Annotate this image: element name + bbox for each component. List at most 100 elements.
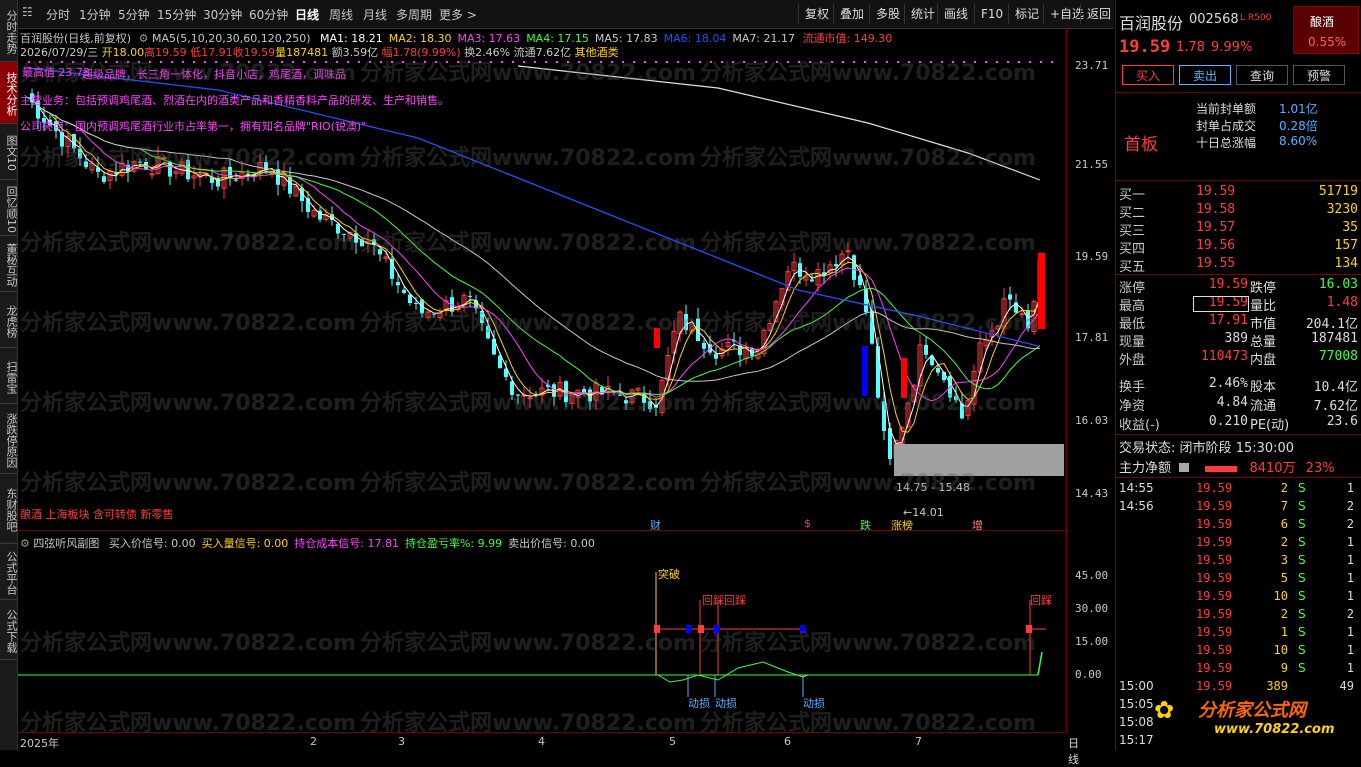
period-tab-5[interactable]: 60分钟 — [249, 6, 288, 23]
tick-price: 19.59 — [1196, 679, 1233, 693]
marker-dot — [633, 61, 635, 63]
left-tab-9[interactable]: 公式平台 — [0, 544, 18, 600]
alert-button[interactable]: 预警 — [1293, 65, 1345, 85]
period-tab-0[interactable]: 分时 — [46, 6, 70, 23]
tick-qty: 6 — [1280, 517, 1288, 531]
left-tab-2[interactable]: 图文10 — [0, 124, 18, 180]
tick-price: 19.59 — [1196, 661, 1233, 675]
signal-marker — [1026, 625, 1032, 633]
seal-value: 1.01亿 — [1279, 102, 1318, 116]
bid-qty: 157 — [1334, 238, 1358, 253]
left-tab-6[interactable]: 扫雷宝 — [0, 348, 18, 404]
toolbar-button-4[interactable]: 画线 — [937, 4, 974, 24]
pnl-line — [657, 661, 809, 683]
candlestick-svg[interactable] — [18, 28, 1066, 530]
tick-count: 1 — [1346, 625, 1354, 639]
candle-body — [684, 313, 688, 331]
bid-price: 19.55 — [1196, 256, 1236, 271]
toolbar-button-1[interactable]: 叠加 — [833, 4, 870, 24]
signal-bar — [654, 328, 660, 348]
pnl-rise — [1037, 651, 1043, 676]
candle-body — [161, 157, 167, 160]
candlestick-chart[interactable] — [18, 28, 1066, 530]
marker-dot — [556, 61, 558, 63]
marker-dot — [127, 61, 129, 63]
period-tab-3[interactable]: 15分钟 — [157, 6, 196, 23]
toolbar-button-3[interactable]: 统计 — [904, 4, 941, 24]
toolbar-button-2[interactable]: 多股 — [869, 4, 906, 24]
tick-side: S — [1298, 661, 1306, 675]
period-tab-1[interactable]: 1分钟 — [79, 6, 111, 23]
left-tab-5[interactable]: 龙虎榜 — [0, 292, 18, 348]
ma-line-blue — [27, 67, 1039, 347]
marker-dot — [875, 61, 877, 63]
query-button[interactable]: 查询 — [1236, 65, 1288, 85]
period-tab-8[interactable]: 月线 — [363, 6, 387, 23]
stat-value: 204.1亿 — [1305, 317, 1358, 332]
toolbar-button-5[interactable]: F10 — [974, 4, 1009, 24]
left-tab-8[interactable]: 东财股吧 — [0, 474, 18, 544]
tick-count: 1 — [1346, 571, 1354, 585]
period-tab-2[interactable]: 5分钟 — [118, 6, 150, 23]
bid-row[interactable]: 买五 19.55 134 — [1116, 256, 1361, 275]
left-tab-10[interactable]: 公式下载 — [0, 600, 18, 660]
marker-dot — [798, 61, 800, 63]
bid-label: 买五 — [1119, 260, 1146, 275]
tick-qty: 2 — [1280, 481, 1288, 495]
indicator-svg[interactable] — [18, 532, 1066, 732]
bid-row[interactable]: 买四 19.56 157 — [1116, 238, 1361, 257]
tick-price: 19.59 — [1196, 553, 1233, 567]
tick-side: S — [1298, 553, 1306, 567]
time-axis-label: 5 — [669, 735, 676, 748]
period-label[interactable]: 日线 — [1068, 735, 1079, 767]
stat-label: 收益(-) — [1119, 418, 1160, 433]
candle-body — [36, 100, 40, 119]
period-tab-6[interactable]: 日线 — [295, 6, 319, 23]
menu-grid-icon[interactable]: ☷ — [22, 5, 33, 19]
sell-button[interactable]: 卖出 — [1179, 65, 1231, 85]
period-tab-4[interactable]: 30分钟 — [203, 6, 242, 23]
stat-value: 389 — [1224, 331, 1248, 346]
marker-dot — [710, 61, 712, 63]
stat-value: 16.03 — [1318, 277, 1358, 292]
period-tab-10[interactable]: 更多 > — [439, 6, 477, 23]
left-tab-0[interactable]: 分时走势 — [0, 0, 18, 62]
tick-price: 19.59 — [1196, 481, 1233, 495]
marker-dot — [50, 61, 52, 63]
period-tab-9[interactable]: 多周期 — [396, 6, 432, 23]
left-tab-4[interactable]: 董秘互动 — [0, 236, 18, 292]
price-change-pct: 9.99% — [1211, 40, 1253, 55]
tick-price: 19.59 — [1196, 625, 1233, 639]
left-tab-1[interactable]: 技术分析 — [0, 62, 18, 124]
period-tab-7[interactable]: 周线 — [329, 6, 353, 23]
bid-row[interactable]: 买一 19.59 51719 — [1116, 184, 1361, 203]
stat-value: 1.48 — [1326, 295, 1358, 310]
tick-count: 2 — [1346, 499, 1354, 513]
left-tab-3[interactable]: 回忆顺10 — [0, 180, 18, 236]
marker-dot — [116, 61, 118, 63]
bid-row[interactable]: 买二 19.58 3230 — [1116, 202, 1361, 221]
tick-price: 19.59 — [1196, 607, 1233, 621]
stat-row: 外盘 110473 内盘 77008 — [1116, 349, 1361, 368]
time-axis-label: 2 — [310, 735, 317, 748]
marker-dot — [952, 61, 954, 63]
sector-box[interactable]: 酿酒 0.55% — [1293, 6, 1359, 54]
price-axis-label: 17.81 — [1075, 331, 1109, 344]
toolbar-button-0[interactable]: 复权 — [798, 4, 835, 24]
buy-button[interactable]: 买入 — [1122, 65, 1174, 85]
marker-dot — [1007, 61, 1009, 63]
marker-dot — [919, 61, 921, 63]
stat-value: 4.84 — [1216, 395, 1248, 410]
indicator-chart[interactable] — [18, 532, 1066, 732]
toolbar-button-8[interactable]: 返回 — [1080, 4, 1117, 24]
stat-value: 17.91 — [1208, 313, 1248, 328]
left-tab-7[interactable]: 涨跌停原因 — [0, 404, 18, 474]
bid-row[interactable]: 买三 19.57 35 — [1116, 220, 1361, 239]
toolbar-button-6[interactable]: 标记 — [1008, 4, 1045, 24]
tick-count: 2 — [1346, 517, 1354, 531]
stock-tags: L R500 — [1240, 13, 1272, 23]
tick-side: S — [1298, 625, 1306, 639]
ma-line — [25, 96, 1041, 433]
stat-row: 净资 4.84 流通 7.62亿 — [1116, 395, 1361, 414]
candle-body — [84, 161, 88, 168]
